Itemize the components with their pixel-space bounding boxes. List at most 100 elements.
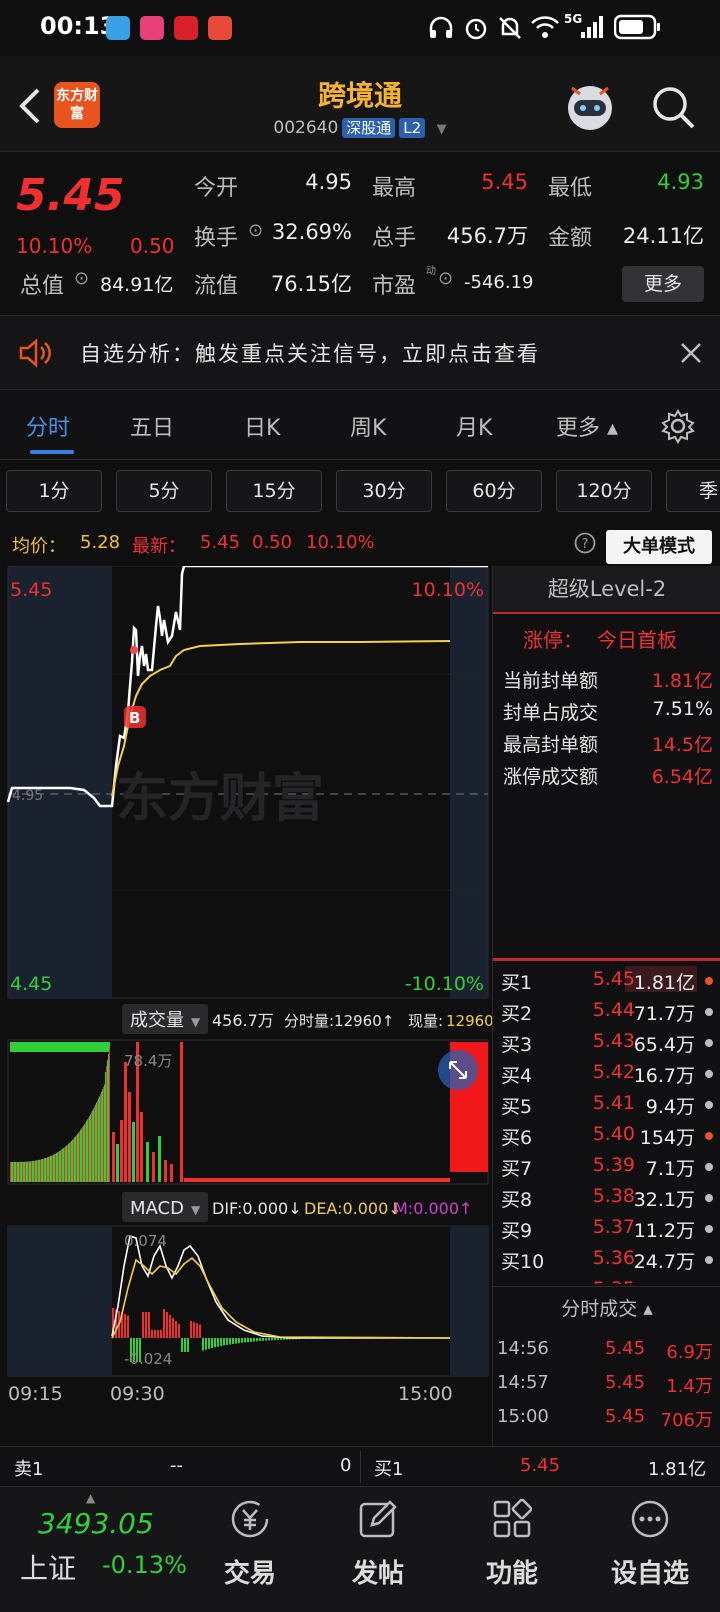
info-dots-icon[interactable]: ⊙ (74, 268, 89, 289)
volume-bar (120, 1120, 123, 1182)
volume-bar (79, 1131, 80, 1182)
analysis-banner[interactable]: 自选分析：触发重点关注信号，立即点击查看 (0, 316, 720, 390)
order-book-strip[interactable]: 卖1 -- 0 买1 5.45 1.81亿 (0, 1446, 720, 1486)
volume-bar (66, 1145, 67, 1182)
bid-row[interactable]: 买9 5.37 11.2万 (493, 1212, 720, 1244)
info-dots-icon[interactable]: ⊙ (248, 220, 263, 241)
pre-market-shade (8, 566, 112, 998)
bid-row[interactable]: 买1 5.45 1.81亿 (493, 964, 720, 996)
bid-dot (705, 1008, 713, 1016)
volume-bar (42, 1158, 43, 1182)
period-30min[interactable]: 30分 (336, 470, 432, 512)
period-120min[interactable]: 120分 (556, 470, 652, 512)
bid-volume: 1.81亿 (633, 972, 695, 994)
volume-bar (12, 1161, 13, 1182)
info-dots-icon[interactable]: ⊙ (438, 268, 453, 289)
big-order-mode-button[interactable]: 大单模式 (606, 530, 712, 564)
volume-value: 456.7万 (446, 224, 528, 248)
bid-row[interactable]: 买6 5.40 154万 (493, 1119, 720, 1151)
tab-intraday[interactable]: 分时 (26, 410, 70, 442)
volume-bar (59, 1151, 60, 1182)
macd-bar (223, 1338, 225, 1346)
bid-row[interactable]: 买7 5.39 7.1万 (493, 1150, 720, 1182)
macd-bar (274, 1338, 276, 1341)
period-5min[interactable]: 5分 (116, 470, 212, 512)
close-icon[interactable] (680, 342, 702, 364)
period-15min[interactable]: 15分 (226, 470, 322, 512)
bid-row[interactable]: 买3 5.43 65.4万 (493, 1026, 720, 1058)
header: 东方财富 跨境通 002640 深股通 L2 ▼ (0, 56, 720, 152)
tab-daily-k[interactable]: 日K (244, 410, 280, 442)
volume-bar (65, 1146, 66, 1182)
low-label: 最低 (548, 176, 593, 201)
nav-functions[interactable]: 功能 (452, 1487, 572, 1612)
volume-bar (63, 1148, 64, 1182)
bid-level: 买2 (501, 1003, 533, 1025)
trade-dot (130, 646, 138, 654)
search-icon[interactable] (650, 84, 696, 130)
bid-row[interactable]: 买2 5.44 71.7万 (493, 995, 720, 1027)
volume-bar (28, 1161, 29, 1182)
volume-bar (128, 1092, 131, 1182)
macd-bar (169, 1315, 171, 1338)
limit-up-label: 涨停： (523, 628, 583, 652)
bid-row[interactable]: 买5 5.41 9.4万 (493, 1088, 720, 1120)
status-bar: 00:13 5G (0, 0, 720, 56)
level2-panel: 超级Level-2 涨停： 今日首板 当前封单额 1.81亿 封单占成交 7.51%… (492, 566, 720, 1446)
volume-bar (101, 1091, 102, 1182)
mid-price-label: 4.95 (12, 788, 43, 804)
volume-bar (44, 1158, 45, 1182)
macd-bar (193, 1322, 195, 1338)
macd-bar (190, 1320, 192, 1338)
intraday-chart[interactable]: 东方财富 4.95 B 5.45 10.10% 4.45 -10.10% 成交量… (0, 564, 494, 1446)
bid-row[interactable]: 买11 5.35 123万 (493, 1274, 720, 1284)
connect-tag: 深股通 (342, 118, 396, 138)
nav-add-watchlist-label: 设自选 (610, 1559, 689, 1589)
bid-volume: 154万 (639, 1127, 695, 1149)
bid-row[interactable]: 买4 5.42 16.7万 (493, 1057, 720, 1089)
nav-trade[interactable]: 交易 (190, 1487, 310, 1612)
edit-icon (359, 1500, 397, 1538)
nav-post[interactable]: 发帖 (318, 1487, 438, 1612)
chart-tabs: 分时 五日 日K 周K 月K 更多 ▴ (0, 390, 720, 460)
buy1-vol: 1.81亿 (648, 1459, 707, 1480)
help-icon[interactable]: ? (574, 532, 596, 554)
stock-code: 002640 (273, 118, 339, 138)
tab-more[interactable]: 更多 ▴ (556, 410, 618, 442)
bid-price: 5.37 (592, 1216, 635, 1238)
open-label: 今开 (194, 176, 239, 201)
pe-label: 市盈 (372, 274, 417, 299)
bid-row[interactable]: 买8 5.38 32.1万 (493, 1181, 720, 1213)
open-value: 4.95 (305, 170, 352, 194)
volume-bar (124, 1062, 127, 1182)
tab-weekly-k[interactable]: 周K (350, 410, 386, 442)
ticks-title[interactable]: 分时成交 ▴ (493, 1286, 720, 1330)
bid-row[interactable]: 买10 5.36 24.7万 (493, 1243, 720, 1275)
volume-bar (86, 1121, 87, 1182)
banner-text: 自选分析：触发重点关注信号，立即点击查看 (80, 342, 540, 366)
level-tag: L2 (399, 118, 426, 138)
post-market-shade (450, 566, 488, 998)
volume-bar (62, 1148, 63, 1182)
gear-icon[interactable] (660, 408, 696, 444)
bid-list[interactable]: 买1 5.45 1.81亿 买2 5.44 71.7万 买3 5.43 65.4万 买4 5.42 1… (493, 964, 720, 1284)
period-1min[interactable]: 1分 (6, 470, 102, 512)
volume-bar (76, 1135, 77, 1182)
tab-monthly-k[interactable]: 月K (456, 410, 492, 442)
vol-max-label: 78.4万 (124, 1052, 172, 1070)
robot-assistant-icon[interactable] (562, 78, 618, 134)
mktcap-value: 84.91亿 (100, 274, 174, 296)
index-ticker[interactable]: ▲ 3493.05 上证 -0.13% (0, 1487, 196, 1612)
tab-five-day[interactable]: 五日 (130, 410, 174, 442)
bid-level: 买9 (501, 1220, 533, 1242)
more-button[interactable]: 更多 (622, 266, 704, 302)
period-60min[interactable]: 60分 (446, 470, 542, 512)
nav-add-watchlist[interactable]: 设自选 (590, 1487, 710, 1612)
volume-bar (105, 1072, 106, 1182)
caret-up-icon: ▲ (86, 1491, 96, 1505)
period-quarter[interactable]: 季 (666, 470, 720, 512)
level2-title[interactable]: 超级Level-2 (493, 566, 720, 612)
avg-value: 5.28 (80, 532, 121, 553)
time-open-label: 09:30 (110, 1383, 165, 1405)
volume-bar (92, 1110, 93, 1182)
